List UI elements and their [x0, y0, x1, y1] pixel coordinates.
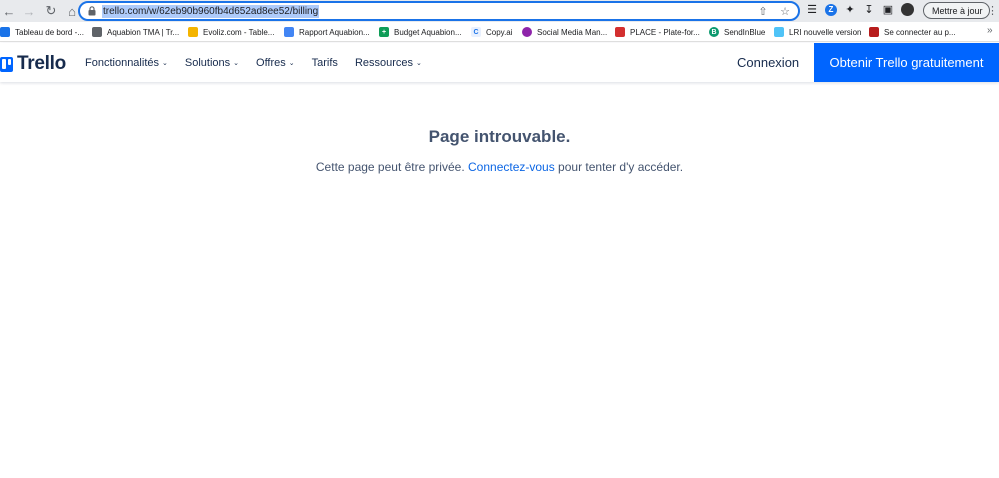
bookmark-item[interactable]: B SendInBlue: [709, 22, 765, 42]
signup-button[interactable]: Obtenir Trello gratuitement: [814, 43, 999, 82]
login-link-inline[interactable]: Connectez-vous: [468, 160, 555, 174]
bookmark-favicon-icon: [869, 27, 879, 37]
bookmark-favicon-icon: [774, 27, 784, 37]
bookmark-label: Se connecter au p...: [884, 27, 956, 37]
bookmark-label: Budget Aquabion...: [394, 27, 462, 37]
bookmark-label: Rapport Aquabion...: [299, 27, 370, 37]
bookmark-item[interactable]: Tableau de bord -...: [0, 22, 84, 42]
address-bar[interactable]: trello.com/w/62eb90b960fb4d652ad8ee52/bi…: [78, 1, 800, 21]
nav-item-label: Fonctionnalités: [85, 56, 159, 69]
nav-item-label: Tarifs: [311, 56, 338, 69]
bookmark-favicon-icon: [92, 27, 102, 37]
bookmark-item[interactable]: Social Media Man...: [522, 22, 607, 42]
trello-logo[interactable]: Trello: [0, 53, 66, 75]
bookmark-favicon-icon: [284, 27, 294, 37]
site-header: Trello Fonctionnalités ⌄ Solutions ⌄ Off…: [0, 43, 999, 82]
chevron-down-icon: ⌄: [416, 59, 422, 67]
nav-item-fonctionnalites[interactable]: Fonctionnalités ⌄: [85, 57, 168, 69]
bookmark-item[interactable]: Evoliz.com - Table...: [188, 22, 274, 42]
bookmark-favicon-icon: B: [709, 27, 719, 37]
nav-item-ressources[interactable]: Ressources ⌄: [355, 57, 422, 69]
puzzle-icon[interactable]: ✦: [844, 4, 856, 16]
bookmark-label: PLACE - Plate-for...: [630, 27, 700, 37]
bookmark-item[interactable]: PLACE - Plate-for...: [615, 22, 700, 42]
bookmark-favicon-icon: +: [379, 27, 389, 37]
main-nav: Fonctionnalités ⌄ Solutions ⌄ Offres ⌄ T…: [85, 43, 439, 82]
layers-extension-icon[interactable]: ☰: [806, 4, 818, 16]
forward-arrow-icon[interactable]: →: [20, 2, 38, 20]
bookmark-favicon-icon: [522, 27, 532, 37]
bookmark-label: Copy.ai: [486, 27, 513, 37]
bookmark-favicon-icon: [188, 27, 198, 37]
star-icon[interactable]: ☆: [778, 4, 792, 18]
back-arrow-icon[interactable]: ←: [0, 2, 18, 20]
browser-toolbar: ← → ↻ ⌂ trello.com/w/62eb90b960fb4d652ad…: [0, 0, 999, 22]
login-link[interactable]: Connexion: [737, 55, 799, 70]
nav-item-label: Offres: [256, 56, 286, 69]
nav-item-solutions[interactable]: Solutions ⌄: [185, 57, 239, 69]
bookmark-label: Aquabion TMA | Tr...: [107, 27, 180, 37]
bookmark-item[interactable]: Rapport Aquabion...: [284, 22, 370, 42]
lock-icon[interactable]: [87, 6, 96, 17]
profile-avatar[interactable]: [901, 3, 914, 16]
chevron-down-icon: ⌄: [288, 59, 295, 67]
bookmark-label: Social Media Man...: [537, 27, 608, 37]
bookmark-item[interactable]: Aquabion TMA | Tr...: [92, 22, 179, 42]
menu-kebab-icon[interactable]: ⋮: [987, 4, 998, 17]
bookmark-item[interactable]: Se connecter au p...: [869, 22, 956, 42]
bookmark-item[interactable]: C Copy.ai: [471, 22, 513, 42]
page-title: Page introuvable.: [428, 127, 571, 146]
bookmark-label: LRI nouvelle version: [789, 27, 862, 37]
nav-item-label: Ressources: [354, 56, 414, 69]
bookmark-favicon-icon: [0, 27, 10, 37]
chevron-down-icon: ⌄: [162, 59, 168, 67]
bookmarks-overflow-icon[interactable]: »: [987, 25, 993, 36]
nav-item-tarifs[interactable]: Tarifs: [312, 57, 338, 69]
share-icon[interactable]: ⇧: [756, 4, 770, 18]
bookmarks-bar: Tableau de bord -... Aquabion TMA | Tr..…: [0, 22, 999, 42]
bookmark-label: Evoliz.com - Table...: [203, 27, 275, 37]
sidepanel-icon[interactable]: ▣: [882, 4, 894, 16]
url-text[interactable]: trello.com/w/62eb90b960fb4d652ad8ee52/bi…: [102, 4, 320, 18]
nav-item-offres[interactable]: Offres ⌄: [256, 57, 295, 69]
chevron-down-icon: ⌄: [233, 59, 240, 67]
error-message: Cette page peut être privée. Connectez-v…: [0, 160, 999, 174]
logo-text: Trello: [17, 53, 66, 74]
message-text-before: Cette page peut être privée.: [315, 160, 468, 174]
update-button[interactable]: Mettre à jour: [923, 2, 990, 19]
nav-item-label: Solutions: [184, 56, 231, 69]
bookmark-favicon-icon: C: [471, 27, 481, 37]
message-text-after: pour tenter d'y accéder.: [554, 160, 684, 174]
trello-logo-icon: [0, 56, 13, 72]
bookmark-favicon-icon: [615, 27, 625, 37]
reload-icon[interactable]: ↻: [42, 2, 60, 20]
bookmark-item[interactable]: + Budget Aquabion...: [379, 22, 462, 42]
z-extension-icon[interactable]: Z: [825, 3, 837, 16]
download-icon[interactable]: ↧: [863, 4, 875, 16]
bookmark-label: Tableau de bord -...: [15, 27, 84, 37]
bookmark-label: SendInBlue: [724, 27, 766, 37]
bookmark-item[interactable]: LRI nouvelle version: [774, 22, 861, 42]
